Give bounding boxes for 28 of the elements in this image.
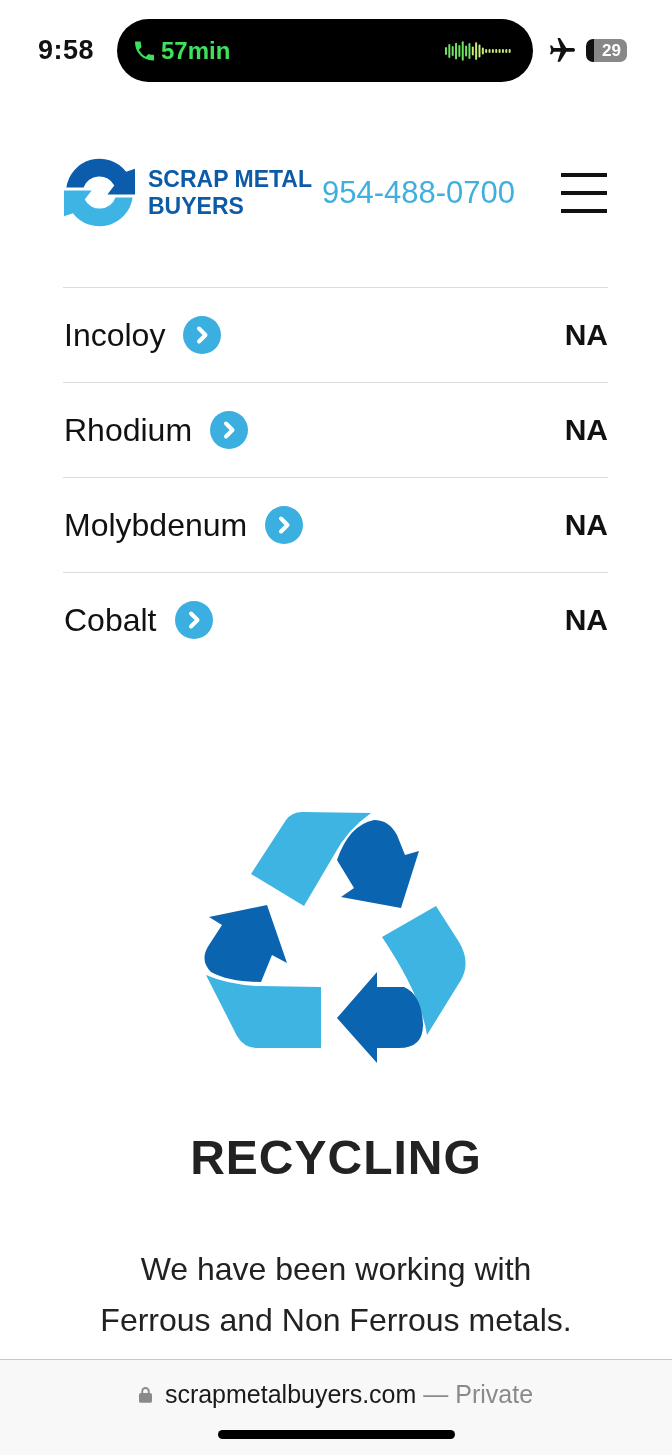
waveform-icon <box>445 40 512 61</box>
section-title: RECYCLING <box>189 1130 483 1186</box>
call-duration: 57min <box>161 36 231 65</box>
price-value: NA <box>564 318 608 352</box>
airplane-icon <box>550 38 575 63</box>
price-value: NA <box>564 413 608 447</box>
recycle-icon <box>204 810 469 1065</box>
lock-icon <box>138 1385 152 1403</box>
status-time: 9:58 <box>38 35 95 65</box>
section-text: We have been working with Ferrous and Non Ferrous metals. <box>99 1250 573 1340</box>
chevron-circle-icon[interactable] <box>210 411 249 449</box>
logo-text[interactable]: SCRAP METAL BUYERS <box>148 165 312 220</box>
phone-icon <box>135 39 154 62</box>
price-value: NA <box>564 508 608 542</box>
metal-name: Incoloy <box>64 316 166 354</box>
chevron-circle-icon[interactable] <box>265 506 304 544</box>
battery-indicator: 29 <box>586 39 627 62</box>
logo-arrows-icon[interactable] <box>64 157 135 228</box>
url-text[interactable]: scrapmetalbuyers.com <box>164 1379 417 1409</box>
menu-icon[interactable] <box>561 172 607 213</box>
price-value: NA <box>564 603 608 637</box>
private-label: — Private <box>423 1379 534 1409</box>
chevron-circle-icon[interactable] <box>174 601 213 639</box>
metal-name: Cobalt <box>64 601 157 639</box>
metal-name: Rhodium <box>64 411 193 449</box>
metal-name: Molybdenum <box>64 506 248 544</box>
chevron-circle-icon[interactable] <box>183 316 222 354</box>
call-pill[interactable]: 57min <box>117 19 533 82</box>
